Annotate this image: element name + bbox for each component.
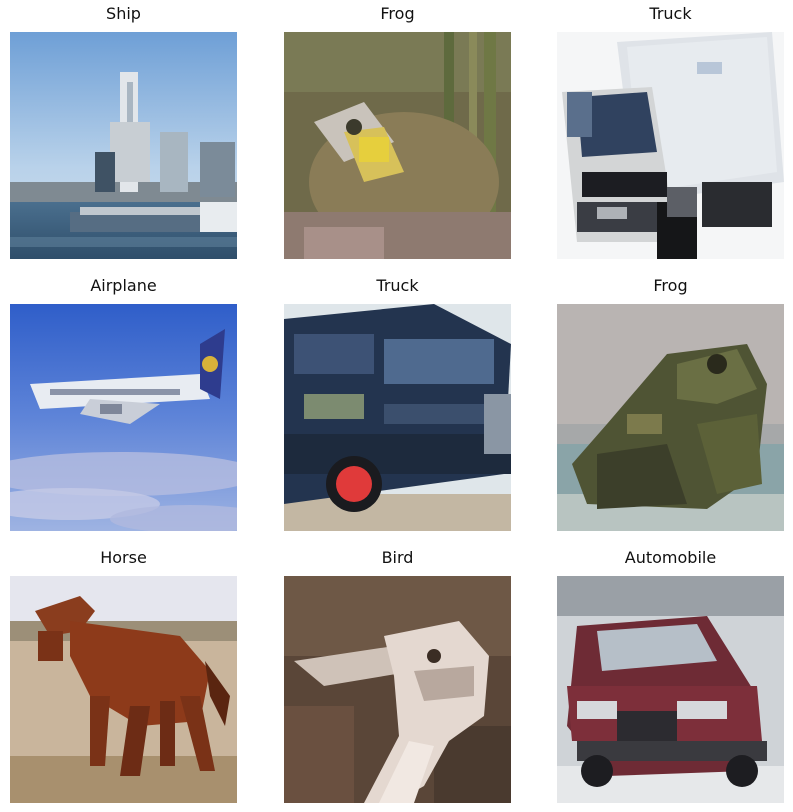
- image-title: Ship: [106, 4, 141, 23]
- image-title: Truck: [649, 4, 692, 23]
- image-title: Truck: [376, 276, 419, 295]
- image-title: Horse: [100, 548, 147, 567]
- airplane-photo: [10, 304, 237, 531]
- image-title: Frog: [653, 276, 688, 295]
- automobile-photo: [557, 576, 784, 803]
- horse-photo: [10, 576, 237, 803]
- image-title: Bird: [381, 548, 414, 567]
- frog-photo: [284, 32, 511, 259]
- truck-photo: [284, 304, 511, 531]
- frog-photo: [557, 304, 784, 531]
- image-title: Airplane: [90, 276, 157, 295]
- image-title: Frog: [380, 4, 415, 23]
- bird-photo: [284, 576, 511, 803]
- ship-photo: [10, 32, 237, 259]
- image-title: Automobile: [624, 548, 717, 567]
- truck-photo: [557, 32, 784, 259]
